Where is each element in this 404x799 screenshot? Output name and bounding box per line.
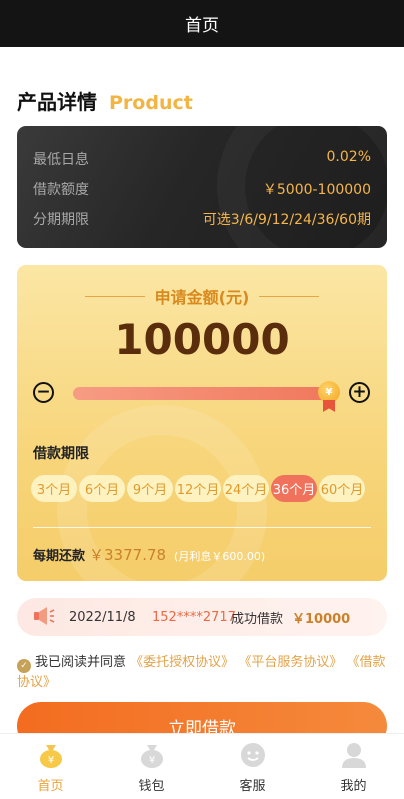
service-agreement-link[interactable]: 《平台服务协议》 — [238, 655, 342, 670]
nav-item-home[interactable]: ¥ 首页 — [0, 734, 101, 799]
section-title: 产品详情 — [17, 90, 97, 114]
amount-slider[interactable] — [73, 387, 331, 400]
section-header: 产品详情 Product — [17, 86, 193, 115]
nav-label: 钱包 — [138, 779, 165, 794]
info-value: 可选3/6/9/12/24/36/60期 — [202, 212, 371, 228]
apply-title: 申请金额(元) — [154, 288, 250, 307]
term-option[interactable]: 3个月 — [31, 475, 77, 502]
repayment-label: 每期还款 — [33, 549, 86, 564]
ticker-message: 成功借款 — [231, 611, 284, 627]
money-bag-icon: ¥ — [40, 745, 62, 768]
yuan-coin-icon: ¥ — [325, 386, 333, 398]
page: 首页 产品详情 Product 最低日息 0.02% 借款额度 ￥5000-10… — [0, 0, 404, 799]
customer-service-icon — [241, 743, 265, 767]
term-label: 借款期限 — [33, 446, 89, 462]
info-label: 借款额度 — [33, 182, 89, 198]
info-row-limit: 借款额度 ￥5000-100000 — [33, 179, 371, 199]
term-option[interactable]: 6个月 — [79, 475, 125, 502]
term-option[interactable]: 12个月 — [175, 475, 221, 502]
term-options: 3个月 6个月 9个月 12个月 24个月 36个月 60个月 — [31, 475, 365, 502]
repayment-value: ￥3377.78 — [89, 546, 167, 564]
ticker-date: 2022/11/8 — [69, 609, 136, 625]
term-option[interactable]: 9个月 — [127, 475, 173, 502]
info-row-term: 分期期限 可选3/6/9/12/24/36/60期 — [33, 209, 371, 229]
info-label: 最低日息 — [33, 152, 89, 168]
info-value: ￥5000-100000 — [262, 182, 371, 198]
nav-label: 客服 — [239, 779, 266, 794]
user-icon — [342, 743, 366, 768]
info-row-rate: 最低日息 0.02% — [33, 149, 371, 169]
megaphone-icon — [34, 607, 55, 625]
info-label: 分期期限 — [33, 212, 89, 228]
plus-icon: + — [352, 382, 367, 402]
section-subtitle: Product — [109, 92, 193, 114]
decrease-amount-button[interactable]: − — [33, 382, 54, 403]
interest-note: (月利息￥600.00) — [174, 550, 266, 563]
nav-item-wallet[interactable]: ¥ 钱包 — [101, 734, 202, 799]
increase-amount-button[interactable]: + — [349, 382, 370, 403]
ticker-phone: 152****2717 — [152, 609, 236, 625]
term-option[interactable]: 36个月 — [271, 475, 317, 502]
repayment-info: 每期还款 ￥3377.78 (月利息￥600.00) — [33, 544, 265, 565]
ribbon-icon — [323, 400, 335, 412]
loan-ticker: 2022/11/8 152****2717 成功借款 ￥10000 — [17, 598, 387, 636]
apply-amount: 100000 — [114, 315, 290, 364]
agreement-prefix: 我已阅读并同意 — [35, 655, 127, 670]
nav-label: 首页 — [37, 779, 64, 794]
nav-item-profile[interactable]: 我的 — [303, 734, 404, 799]
nav-item-service[interactable]: 客服 — [202, 734, 303, 799]
minus-icon: − — [36, 382, 51, 402]
bottom-nav: ¥ 首页 ¥ 钱包 客服 我的 — [0, 733, 404, 799]
term-option[interactable]: 24个月 — [223, 475, 269, 502]
wallet-icon: ¥ — [141, 745, 163, 768]
svg-text:¥: ¥ — [48, 755, 54, 766]
ticker-amount: ￥10000 — [292, 611, 351, 627]
product-info-card: 最低日息 0.02% 借款额度 ￥5000-100000 分期期限 可选3/6/… — [17, 126, 387, 248]
authorization-agreement-link[interactable]: 《委托授权协议》 — [130, 655, 234, 670]
apply-amount-card: 申请金额(元) 100000 − ¥ + 借款期限 3个月 6个月 9个月 12个月 2… — [17, 265, 387, 581]
agreement: ✓ 我已阅读并同意 《委托授权协议》 《平台服务协议》 《借款协议》 — [17, 653, 387, 693]
title-divider-right — [259, 295, 320, 297]
title-divider-left — [84, 295, 145, 297]
slider-handle[interactable]: ¥ — [318, 381, 340, 403]
divider — [33, 527, 371, 528]
page-title: 首页 — [185, 16, 219, 36]
svg-text:¥: ¥ — [149, 755, 155, 766]
agreement-checkbox[interactable]: ✓ — [17, 659, 31, 673]
top-bar: 首页 — [0, 0, 404, 47]
term-option[interactable]: 60个月 — [319, 475, 365, 502]
apply-title-row: 申请金额(元) — [17, 284, 387, 308]
info-value: 0.02% — [326, 149, 371, 165]
nav-label: 我的 — [340, 779, 367, 794]
